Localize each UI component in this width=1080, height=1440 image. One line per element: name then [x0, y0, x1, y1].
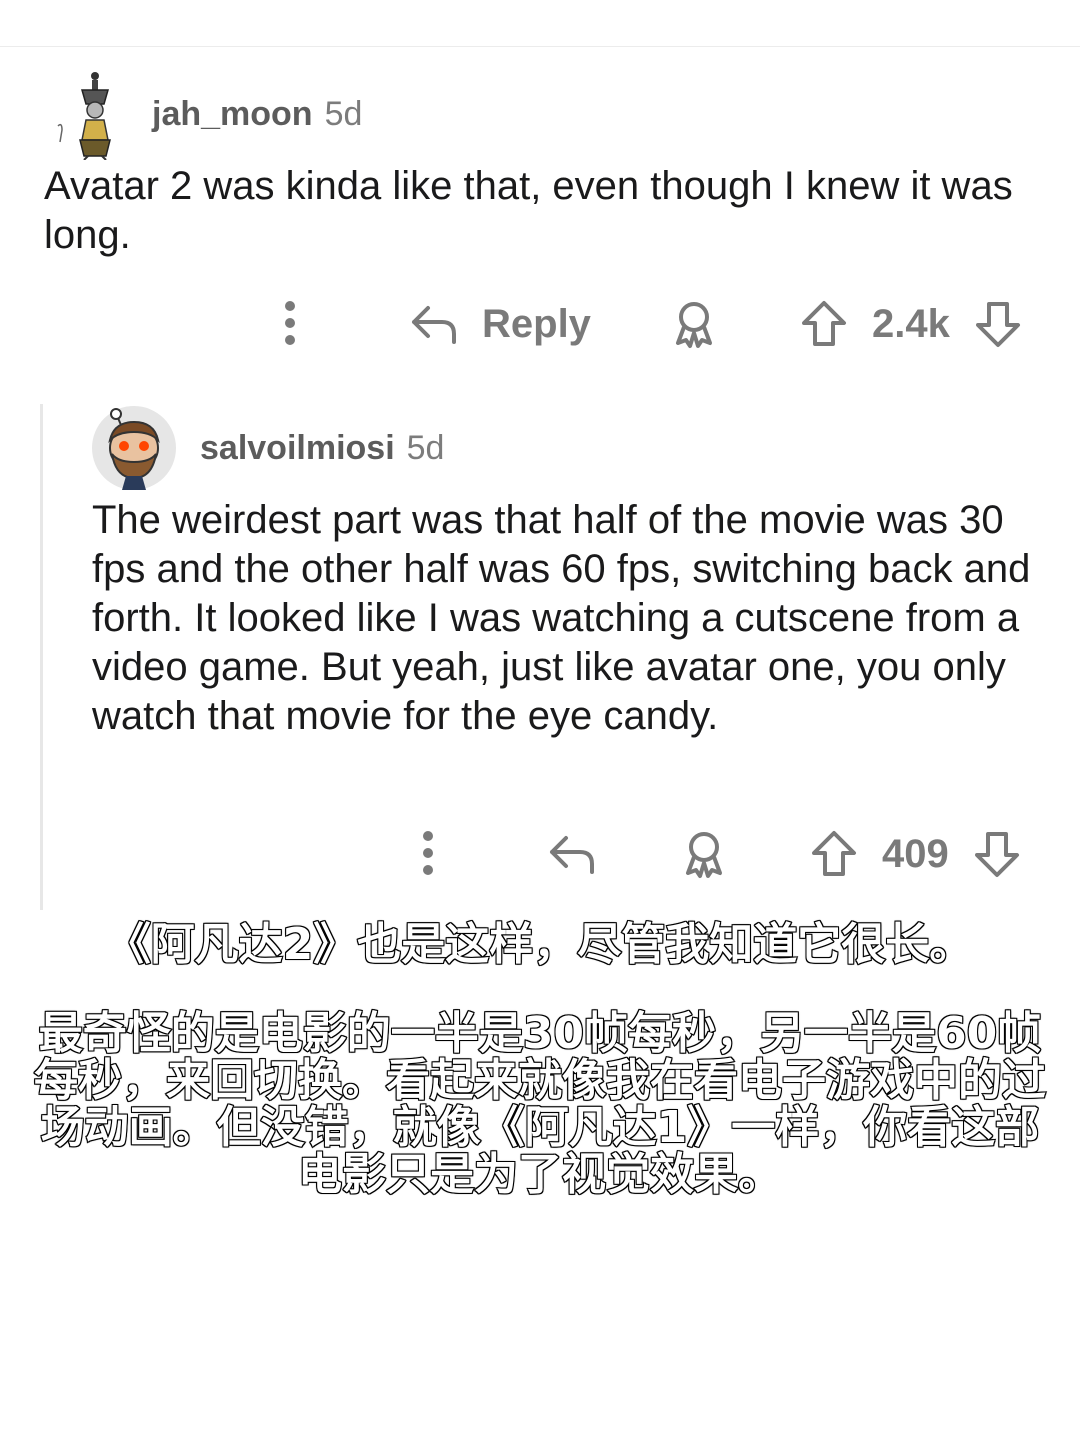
username[interactable]: salvoilmiosi [200, 429, 395, 467]
comment-age: 5d [324, 95, 363, 133]
user-avatar[interactable] [50, 70, 120, 161]
vote-score: 409 [882, 831, 949, 876]
reply-button[interactable] [546, 826, 598, 882]
avatar-figure-icon [57, 72, 111, 161]
award-icon[interactable] [680, 826, 728, 882]
more-vertical-icon[interactable] [414, 826, 442, 882]
top-divider [0, 46, 1080, 47]
reply-arrow-icon [546, 832, 598, 876]
upvote-arrow-icon[interactable] [800, 299, 848, 349]
downvote-arrow-icon[interactable] [973, 829, 1021, 879]
snoo-avatar-icon [92, 406, 176, 490]
comment-actions: 409 [0, 826, 1080, 882]
comment-body: The weirdest part was that half of the m… [92, 498, 1031, 738]
username[interactable]: jah_moon [152, 95, 313, 133]
comment-age: 5d [406, 429, 445, 467]
award-icon[interactable] [670, 296, 718, 352]
more-vertical-icon[interactable] [276, 296, 304, 352]
reply-label: Reply [482, 301, 591, 346]
comment-body: Avatar 2 was kinda like that, even thoug… [44, 164, 1013, 257]
reply-button[interactable]: Reply [408, 296, 591, 352]
downvote-arrow-icon[interactable] [974, 299, 1022, 349]
comment-actions: Reply 2.4k [0, 296, 1080, 352]
reply-arrow-icon [408, 302, 460, 346]
vote-controls: 2.4k [800, 296, 1022, 352]
subtitle-line-2: 最奇怪的是电影的一半是30帧每秒，另一半是60帧每秒，来回切换。看起来就像我在看… [33, 1008, 1047, 1200]
upvote-arrow-icon[interactable] [810, 829, 858, 879]
comment-meta: jah_moon 5d [152, 92, 362, 136]
vote-controls: 409 [810, 826, 1021, 882]
user-avatar[interactable] [92, 406, 176, 490]
comment-meta: salvoilmiosi 5d [200, 426, 444, 470]
subtitle-line-1: 《阿凡达2》也是这样，尽管我知道它很长。 [106, 918, 975, 971]
vote-score: 2.4k [872, 301, 950, 346]
